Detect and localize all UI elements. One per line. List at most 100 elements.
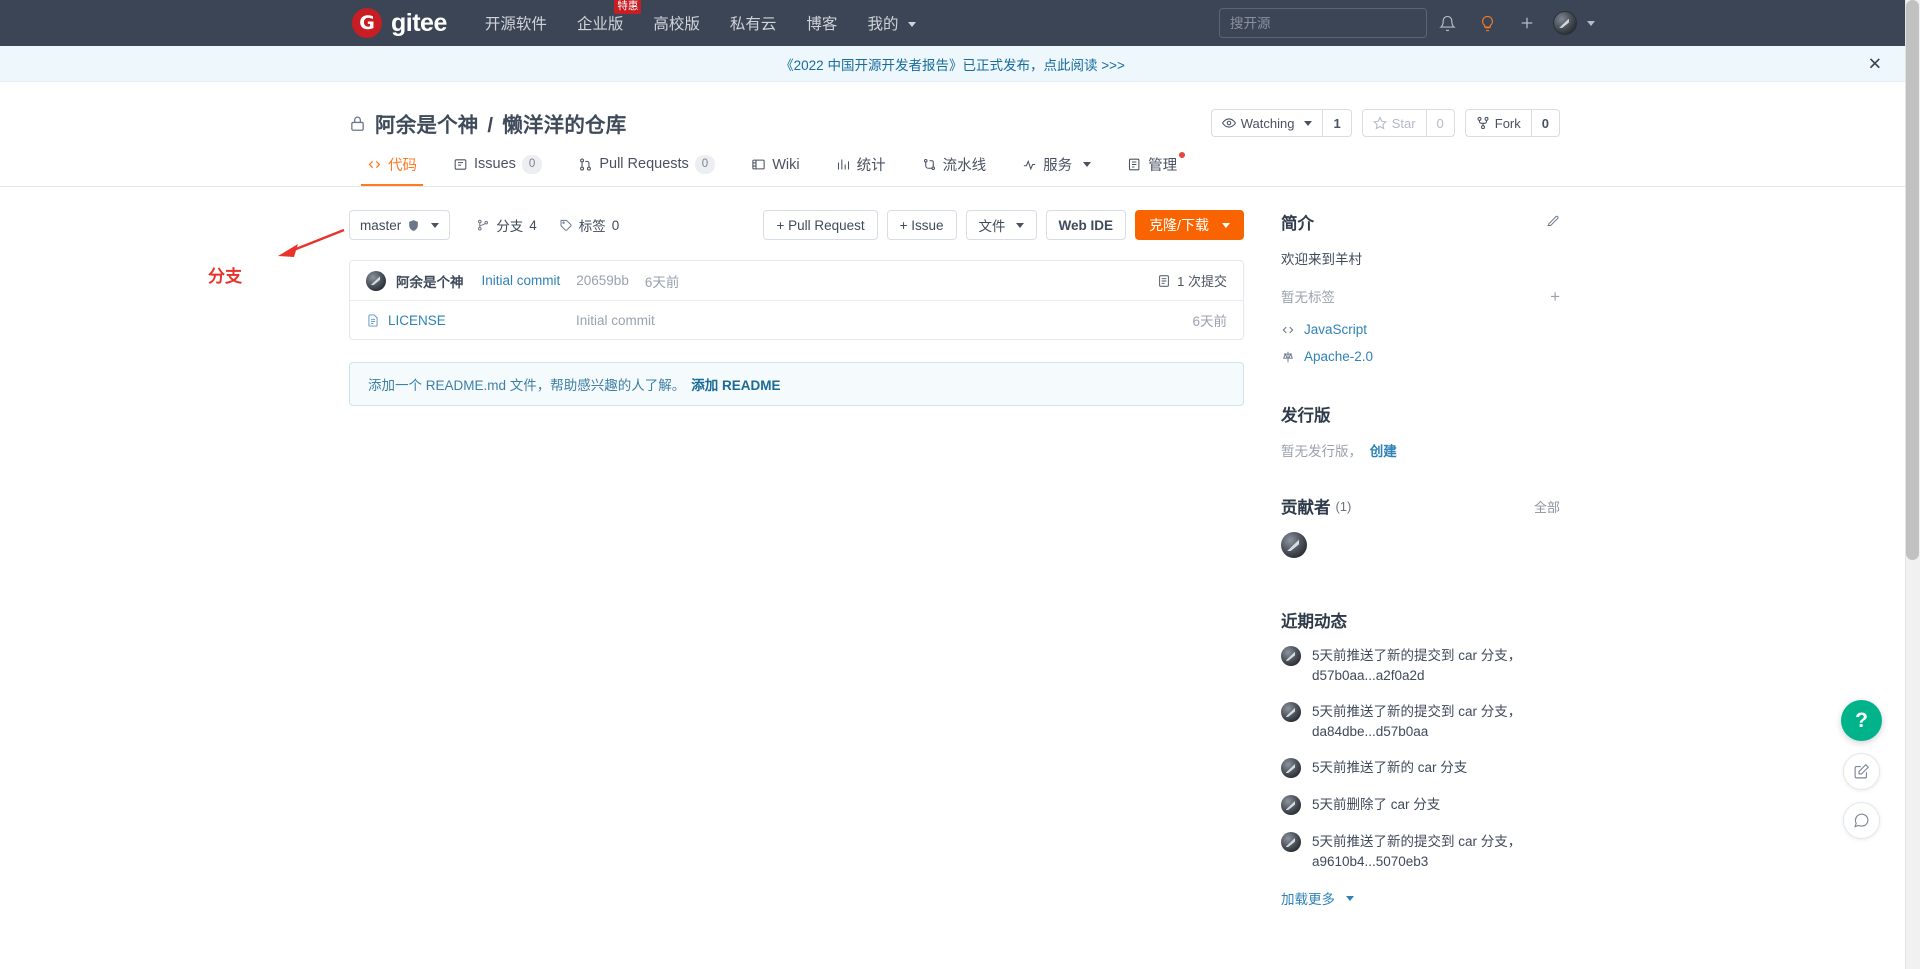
star-count[interactable]: 0 — [1426, 109, 1455, 137]
tab-code[interactable]: 代码 — [349, 154, 435, 186]
nav-link-privatecloud[interactable]: 私有云 — [730, 12, 777, 34]
search-input[interactable] — [1219, 8, 1427, 38]
new-issue-button[interactable]: + Issue — [886, 210, 957, 240]
repo-title-row: 阿余是个神 / 懒洋洋的仓库 Watching 1 Star 0 Fork 0 — [349, 82, 1560, 142]
avatar[interactable] — [1280, 795, 1301, 816]
add-tag-button[interactable]: + — [1550, 288, 1560, 305]
activity-text[interactable]: 5天前推送了新的提交到 car 分支，da84dbe...d57b0aa — [1312, 702, 1560, 741]
commit-sha[interactable]: 20659bb — [576, 273, 629, 288]
tab-wiki[interactable]: Wiki — [733, 157, 817, 184]
watch-count[interactable]: 1 — [1323, 109, 1352, 137]
watch-button-group: Watching 1 — [1210, 109, 1352, 137]
nav-right-group — [1219, 0, 1905, 46]
scrollbar-thumb[interactable] — [1906, 0, 1919, 560]
tab-manage[interactable]: 管理 — [1109, 152, 1195, 186]
star-button[interactable]: Star — [1361, 109, 1427, 137]
nav-link-opensource[interactable]: 开源软件 — [485, 12, 547, 34]
commit-count-link[interactable]: 1 次提交 — [1157, 271, 1227, 290]
file-commit-message[interactable]: Initial commit — [576, 313, 1192, 328]
avatar[interactable] — [1280, 832, 1301, 853]
tab-pipeline[interactable]: 流水线 — [904, 154, 1005, 186]
nav-link-label: 私有云 — [729, 16, 777, 33]
readme-prompt-text: 添加一个 README.md 文件，帮助感兴趣的人了解。 — [368, 378, 686, 393]
avatar[interactable] — [1280, 758, 1301, 779]
page-root: G gitee 开源软件 企业版 特惠 高校版 私有云 博客 我的 搜开源 《2… — [0, 0, 1920, 969]
page-body: master 分支 4 标签 0 + Pull Request + Issue … — [0, 187, 1905, 917]
list-item: 5天前推送了新的提交到 car 分支，d57b0aa...a2f0a2d — [1280, 646, 1560, 685]
load-more-button[interactable]: 加载更多 — [1281, 888, 1560, 908]
tab-label: 统计 — [856, 158, 886, 174]
avatar[interactable] — [1280, 702, 1301, 723]
repo-actions: Watching 1 Star 0 Fork 0 — [1210, 109, 1560, 137]
repo-owner[interactable]: 阿余是个神 — [375, 114, 479, 137]
tab-label: Wiki — [772, 156, 800, 173]
nav-link-blog[interactable]: 博客 — [806, 12, 837, 34]
nav-link-university[interactable]: 高校版 — [653, 12, 700, 34]
gitee-logo[interactable]: G gitee — [352, 8, 447, 38]
tags-link[interactable]: 标签 0 — [559, 215, 620, 235]
chat-icon — [1854, 813, 1869, 828]
watch-button[interactable]: Watching — [1210, 109, 1324, 137]
gitee-logo-mark: G — [352, 8, 382, 38]
new-pull-request-button[interactable]: + Pull Request — [763, 210, 878, 240]
lock-icon — [349, 114, 366, 133]
language-label: JavaScript — [1303, 322, 1367, 337]
activity-text[interactable]: 5天前推送了新的提交到 car 分支，d57b0aa...a2f0a2d — [1312, 646, 1560, 685]
feedback-button[interactable] — [1843, 753, 1880, 790]
plus-icon[interactable] — [1507, 0, 1547, 46]
edit-icon[interactable] — [1545, 213, 1560, 231]
chat-button[interactable] — [1843, 802, 1880, 839]
chevron-down-icon — [1221, 222, 1230, 228]
avatar[interactable] — [366, 270, 386, 291]
license-label: Apache-2.0 — [1303, 349, 1374, 364]
repo-language[interactable]: JavaScript — [1281, 322, 1560, 337]
chevron-down-icon — [1015, 222, 1024, 228]
activity-text[interactable]: 5天前推送了新的 car 分支 — [1312, 758, 1467, 778]
nav-link-enterprise[interactable]: 企业版 特惠 — [576, 0, 642, 34]
avatar[interactable] — [1280, 532, 1307, 558]
scrollbar[interactable] — [1905, 0, 1920, 969]
code-icon — [1282, 326, 1294, 333]
create-release-link[interactable]: 创建 — [1370, 444, 1397, 459]
announcement-text[interactable]: 《2022 中国开源开发者报告》已正式发布，点此阅读 >>> — [780, 54, 1125, 74]
table-row[interactable]: LICENSE Initial commit 6天前 — [350, 301, 1243, 339]
sidebar-section-contributors: 贡献者 (1) 全部 — [1280, 494, 1560, 558]
repo-license[interactable]: Apache-2.0 — [1281, 349, 1560, 364]
branch-selector[interactable]: master — [349, 210, 451, 240]
tab-statistics[interactable]: 统计 — [818, 154, 904, 186]
tab-label: Issues — [474, 156, 516, 173]
fork-count[interactable]: 0 — [1531, 109, 1560, 137]
fork-button[interactable]: Fork — [1464, 109, 1532, 137]
clone-download-button[interactable]: 克隆/下载 — [1135, 210, 1244, 240]
tags-count: 0 — [611, 217, 620, 233]
file-link[interactable]: LICENSE — [366, 313, 576, 328]
avatar[interactable] — [1280, 646, 1301, 666]
add-readme-link[interactable]: 添加 README — [691, 374, 780, 394]
releases-empty: 暂无发行版， 创建 — [1281, 440, 1560, 460]
tab-issues[interactable]: Issues 0 — [435, 155, 560, 185]
contributors-all-link[interactable]: 全部 — [1534, 497, 1560, 516]
branches-link[interactable]: 分支 4 — [476, 215, 537, 235]
tab-services[interactable]: 服务 — [1004, 154, 1109, 186]
close-icon[interactable]: ✕ — [1868, 55, 1882, 72]
body-container: master 分支 4 标签 0 + Pull Request + Issue … — [345, 187, 1560, 916]
activity-text[interactable]: 5天前删除了 car 分支 — [1312, 795, 1440, 815]
nav-link-mine[interactable]: 我的 — [867, 12, 916, 34]
web-ide-button[interactable]: Web IDE — [1045, 210, 1127, 240]
repo-name[interactable]: 懒洋洋的仓库 — [502, 114, 626, 137]
tab-count: 0 — [521, 155, 543, 174]
avatar[interactable] — [1547, 0, 1595, 46]
scale-icon — [1282, 351, 1294, 362]
activity-text[interactable]: 5天前推送了新的提交到 car 分支，a9610b4...5070eb3 — [1312, 832, 1560, 871]
bell-icon[interactable] — [1427, 0, 1467, 46]
nav-link-label: 企业版 — [576, 16, 624, 33]
commit-author[interactable]: 阿余是个神 — [396, 271, 464, 291]
commit-message[interactable]: Initial commit — [482, 273, 561, 288]
help-button[interactable]: ? — [1841, 700, 1882, 741]
clone-label: 克隆/下载 — [1149, 217, 1209, 233]
lightbulb-icon[interactable] — [1467, 0, 1507, 46]
tab-pull-requests[interactable]: Pull Requests 0 — [560, 155, 733, 185]
announcement-banner: 《2022 中国开源开发者报告》已正式发布，点此阅读 >>> ✕ — [0, 46, 1905, 82]
tab-label: 服务 — [1043, 158, 1073, 174]
files-dropdown-button[interactable]: 文件 — [965, 210, 1037, 240]
